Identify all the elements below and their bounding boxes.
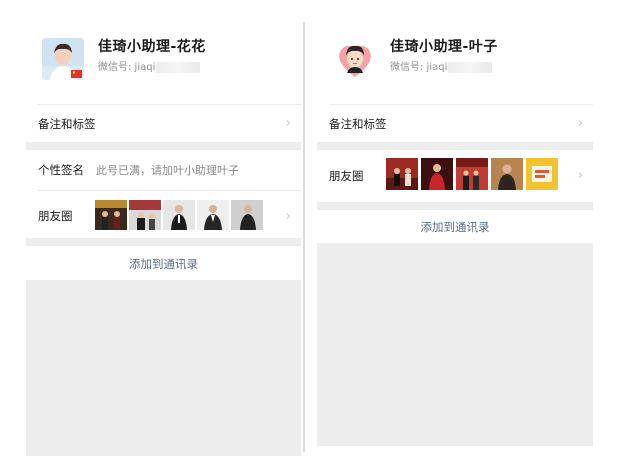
wechat-id: 微信号: jiaqi — [98, 58, 201, 73]
remarks-and-tags-row[interactable]: 备注和标签 › — [317, 106, 593, 142]
moments-thumbnail — [526, 158, 558, 190]
contact-name: 佳琦小助理-花花 — [98, 39, 206, 55]
right-profile-card: 佳琦小助理-叶子 微信号: jiaqi 备注和标签 › 朋友圈 › 添加到通讯录 — [317, 16, 593, 456]
moments-thumbnail — [231, 200, 263, 230]
moments-thumbnail — [386, 158, 418, 190]
signature-value: 此号已满，请加叶小助理叶子 — [96, 164, 239, 177]
left-profile-card: 佳琦小助理-花花 微信号: jiaqi 备注和标签 › 个性签名 此号已满，请加… — [26, 16, 301, 456]
divider — [38, 190, 301, 191]
empty-area — [317, 243, 593, 446]
moments-thumbnail — [421, 158, 453, 190]
moments-row[interactable]: 朋友圈 › — [26, 194, 301, 236]
wechat-id: 微信号: jiaqi — [390, 58, 493, 73]
chevron-right-icon: › — [577, 168, 583, 183]
add-to-contacts-button[interactable]: 添加到通讯录 — [26, 256, 301, 272]
contact-name: 佳琦小助理-叶子 — [390, 39, 498, 55]
profile-header: 佳琦小助理-叶子 微信号: jiaqi — [317, 16, 593, 104]
remarks-and-tags-row[interactable]: 备注和标签 › — [26, 106, 301, 142]
moments-thumbnail — [491, 158, 523, 190]
moments-thumbnail — [163, 200, 195, 230]
remarks-label: 备注和标签 — [329, 117, 387, 131]
panel-divider — [303, 22, 305, 452]
moments-label: 朋友圈 — [329, 169, 364, 183]
avatar-cartoon-icon — [334, 38, 376, 80]
divider — [329, 104, 593, 105]
wechat-id-text: 微信号: jiaqi — [98, 62, 156, 73]
chevron-right-icon: › — [285, 209, 291, 224]
moments-thumbnail — [456, 158, 488, 190]
chevron-right-icon: › — [577, 116, 583, 131]
section-gap — [317, 202, 593, 210]
remarks-label: 备注和标签 — [38, 117, 96, 131]
avatar[interactable] — [42, 38, 84, 80]
chevron-right-icon: › — [285, 116, 291, 131]
section-gap — [26, 142, 301, 150]
wechat-id-text: 微信号: jiaqi — [390, 62, 448, 73]
divider — [38, 104, 301, 105]
moments-thumbnails — [95, 200, 263, 230]
avatar-photo-icon — [42, 38, 84, 80]
moments-thumbnails — [386, 158, 558, 190]
redacted-id — [156, 61, 201, 73]
moments-row[interactable]: 朋友圈 › — [317, 152, 593, 202]
profile-header: 佳琦小助理-花花 微信号: jiaqi — [26, 16, 301, 104]
avatar[interactable] — [334, 38, 376, 80]
moments-thumbnail — [95, 200, 127, 230]
section-gap — [26, 238, 301, 246]
signature-label: 个性签名 — [38, 163, 84, 177]
empty-area — [26, 280, 301, 456]
moments-thumbnail — [129, 200, 161, 230]
moments-thumbnail — [197, 200, 229, 230]
section-gap — [317, 142, 593, 150]
redacted-id — [448, 61, 493, 73]
signature-row: 个性签名 此号已满，请加叶小助理叶子 — [26, 152, 301, 188]
add-to-contacts-button[interactable]: 添加到通讯录 — [317, 219, 593, 235]
moments-label: 朋友圈 — [38, 209, 73, 223]
